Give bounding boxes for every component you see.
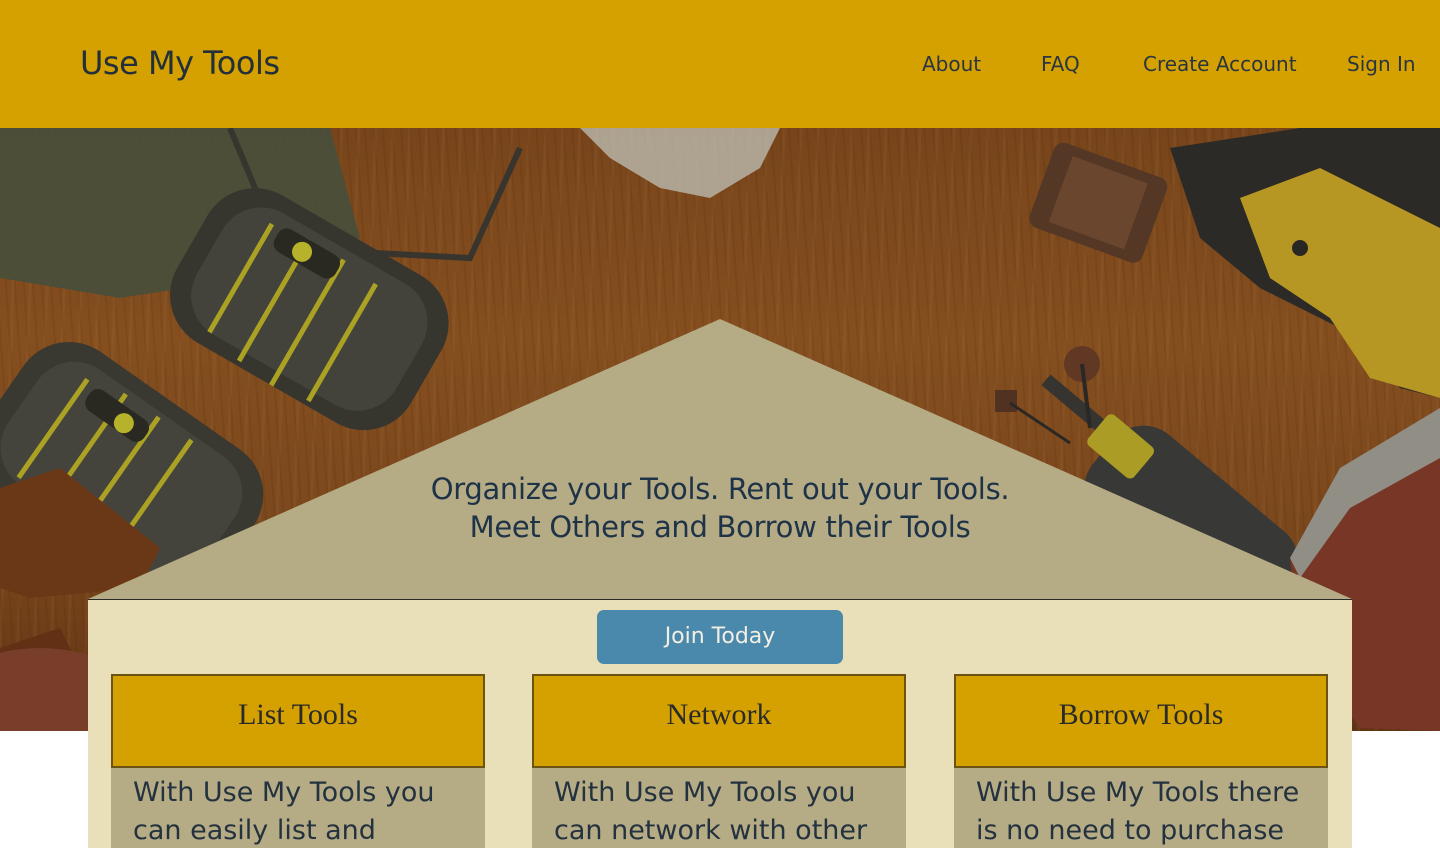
feature-title-list-tools[interactable]: List Tools [111, 674, 485, 768]
join-today-button[interactable]: Join Today [597, 610, 843, 664]
main-nav: About FAQ Create Account Sign In [0, 52, 1440, 78]
nav-create-account-link[interactable]: Create Account [1143, 52, 1297, 76]
feature-text-network: With Use My Tools you can network with o… [532, 768, 906, 848]
nav-faq-link[interactable]: FAQ [1041, 52, 1080, 76]
feature-card-list-tools: List Tools With Use My Tools you can eas… [111, 674, 485, 848]
feature-card-borrow-tools: Borrow Tools With Use My Tools there is … [954, 674, 1328, 848]
nav-about-link[interactable]: About [922, 52, 981, 76]
feature-text-list-tools: With Use My Tools you can easily list an… [111, 768, 485, 848]
tagline-line-2: Meet Others and Borrow their Tools [469, 510, 971, 544]
feature-card-network: Network With Use My Tools you can networ… [532, 674, 906, 848]
nav-sign-in-link[interactable]: Sign In [1347, 52, 1416, 76]
hero-tagline: Organize your Tools. Rent out your Tools… [320, 470, 1120, 546]
feature-title-borrow-tools[interactable]: Borrow Tools [954, 674, 1328, 768]
tagline-line-1: Organize your Tools. Rent out your Tools… [430, 472, 1010, 506]
site-header: Use My Tools About FAQ Create Account Si… [0, 0, 1440, 128]
feature-title-network[interactable]: Network [532, 674, 906, 768]
feature-text-borrow-tools: With Use My Tools there is no need to pu… [954, 768, 1328, 848]
